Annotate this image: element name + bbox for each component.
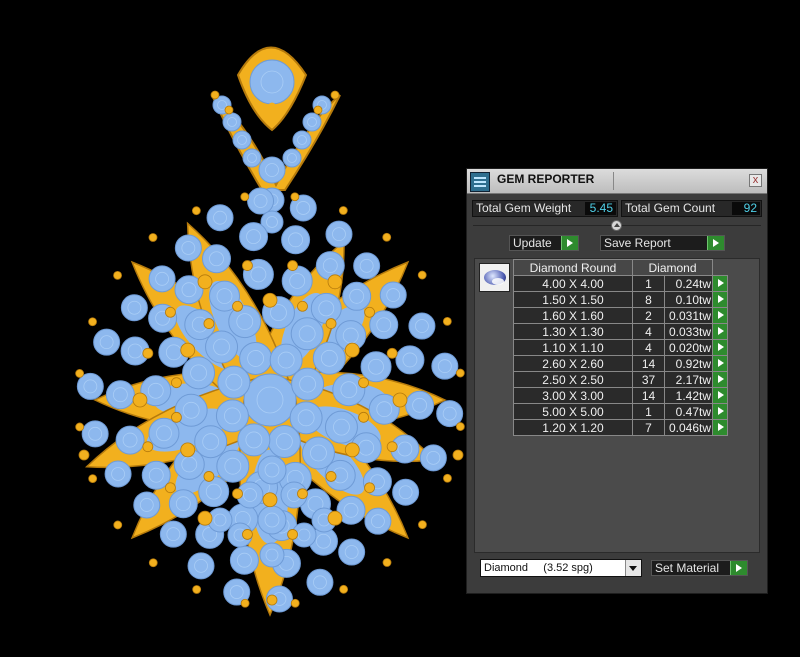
gem-size-cell: 2.60 X 2.60 [513, 355, 633, 372]
gem-size-cell: 1.50 X 1.50 [513, 291, 633, 308]
select-row-arrow-icon[interactable] [712, 339, 728, 356]
gem-weight-cell: 0.24tw [664, 275, 713, 292]
select-row-arrow-icon[interactable] [712, 371, 728, 388]
diamond-thumbnail-icon[interactable] [479, 263, 510, 292]
play-arrow-icon [707, 236, 724, 250]
gem-count-cell: 7 [632, 419, 665, 436]
select-row-arrow-icon[interactable] [712, 323, 728, 340]
total-gem-weight-label: Total Gem Weight [476, 201, 572, 215]
table-row[interactable]: 3.00 X 3.00 14 1.42tw [513, 387, 728, 404]
select-row-arrow-icon[interactable] [712, 275, 728, 292]
select-row-arrow-icon[interactable] [712, 387, 728, 404]
gem-size-cell: 4.00 X 4.00 [513, 275, 633, 292]
total-gem-count-field: Total Gem Count 92 [621, 200, 762, 217]
update-button[interactable]: Update [509, 235, 579, 251]
panel-titlebar[interactable]: GEM REPORTER x [467, 169, 767, 194]
save-report-button[interactable]: Save Report [600, 235, 725, 251]
save-report-button-label: Save Report [604, 236, 671, 250]
total-gem-weight-value: 5.45 [585, 202, 616, 215]
gem-size-cell: 1.60 X 1.60 [513, 307, 633, 324]
gem-count-cell: 4 [632, 323, 665, 340]
column-header-shape[interactable]: Diamond Round [513, 259, 633, 276]
chevron-down-icon[interactable] [625, 560, 641, 576]
gem-weight-cell: 2.17tw [664, 371, 713, 388]
gem-count-cell: 4 [632, 339, 665, 356]
gem-size-cell: 2.50 X 2.50 [513, 371, 633, 388]
panel-title: GEM REPORTER [497, 172, 595, 186]
play-arrow-icon [561, 236, 578, 250]
gem-size-cell: 1.10 X 1.10 [513, 339, 633, 356]
gem-size-cell: 5.00 X 5.00 [513, 403, 633, 420]
gem-weight-cell: 0.033tw [664, 323, 713, 340]
gem-count-cell: 1 [632, 403, 665, 420]
gem-table: Diamond Round Diamond 4.00 X 4.00 1 0.24tw… [513, 259, 728, 436]
table-row[interactable]: 5.00 X 5.00 1 0.47tw [513, 403, 728, 420]
gem-count-cell: 2 [632, 307, 665, 324]
set-material-button[interactable]: Set Material [651, 560, 748, 576]
gem-weight-cell: 1.42tw [664, 387, 713, 404]
select-row-arrow-icon[interactable] [712, 355, 728, 372]
gem-reporter-panel: GEM REPORTER x Total Gem Weight 5.45 Tot… [466, 168, 768, 594]
select-row-arrow-icon[interactable] [712, 419, 728, 436]
gem-list: Diamond Round Diamond 4.00 X 4.00 1 0.24tw… [474, 258, 760, 553]
material-select-value: Diamond (3.52 spg) [484, 562, 593, 574]
table-row[interactable]: 1.30 X 1.30 4 0.033tw [513, 323, 728, 340]
gem-weight-cell: 0.020tw [664, 339, 713, 356]
table-row[interactable]: 1.20 X 1.20 7 0.046tw [513, 419, 728, 436]
gem-count-cell: 1 [632, 275, 665, 292]
gem-weight-cell: 0.92tw [664, 355, 713, 372]
titlebar-divider [613, 172, 614, 190]
gem-size-cell: 3.00 X 3.00 [513, 387, 633, 404]
table-row[interactable]: 4.00 X 4.00 1 0.24tw [513, 275, 728, 292]
close-icon[interactable]: x [749, 174, 762, 187]
gem-weight-cell: 0.10tw [664, 291, 713, 308]
set-material-button-label: Set Material [655, 561, 720, 575]
gem-size-cell: 1.30 X 1.30 [513, 323, 633, 340]
select-row-arrow-icon[interactable] [712, 307, 728, 324]
gem-count-cell: 8 [632, 291, 665, 308]
table-row[interactable]: 2.50 X 2.50 37 2.17tw [513, 371, 728, 388]
table-row[interactable]: 2.60 X 2.60 14 0.92tw [513, 355, 728, 372]
gem-weight-cell: 0.47tw [664, 403, 713, 420]
total-gem-weight-field: Total Gem Weight 5.45 [472, 200, 618, 217]
gem-count-cell: 14 [632, 355, 665, 372]
total-gem-count-label: Total Gem Count [625, 201, 716, 215]
gem-weight-cell: 0.031tw [664, 307, 713, 324]
gem-reporter-icon [470, 172, 490, 192]
table-row[interactable]: 1.50 X 1.50 8 0.10tw [513, 291, 728, 308]
select-row-arrow-icon[interactable] [712, 403, 728, 420]
gem-size-cell: 1.20 X 1.20 [513, 419, 633, 436]
gem-weight-cell: 0.046tw [664, 419, 713, 436]
material-select[interactable]: Diamond (3.52 spg) [480, 559, 642, 577]
table-row[interactable]: 1.10 X 1.10 4 0.020tw [513, 339, 728, 356]
select-row-arrow-icon[interactable] [712, 291, 728, 308]
collapse-icon[interactable] [611, 220, 622, 231]
total-gem-count-value: 92 [732, 202, 760, 215]
update-button-label: Update [513, 236, 552, 250]
table-row[interactable]: 1.60 X 1.60 2 0.031tw [513, 307, 728, 324]
gem-count-cell: 37 [632, 371, 665, 388]
column-header-material[interactable]: Diamond [632, 259, 713, 276]
table-header-row: Diamond Round Diamond [513, 259, 728, 276]
play-arrow-icon [730, 561, 747, 575]
gem-count-cell: 14 [632, 387, 665, 404]
